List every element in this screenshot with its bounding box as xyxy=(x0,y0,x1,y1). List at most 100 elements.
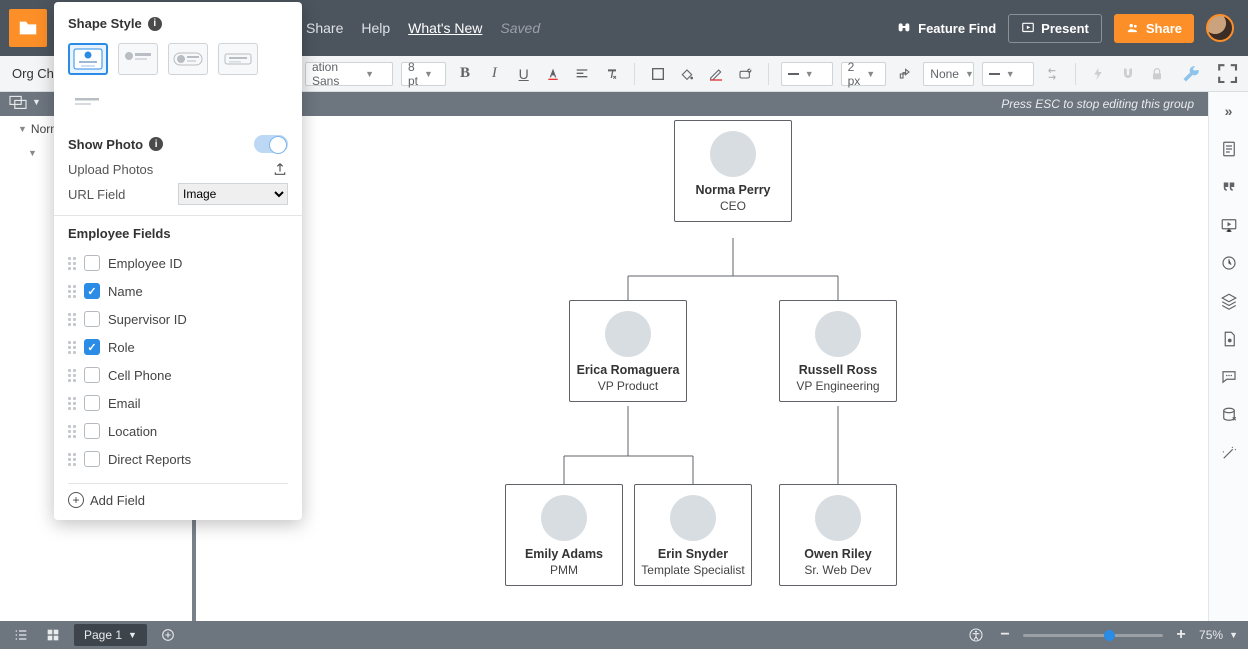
action-bolt-button[interactable] xyxy=(1088,63,1109,85)
info-icon[interactable]: i xyxy=(148,17,162,31)
org-node[interactable]: Erin Snyder Template Specialist xyxy=(634,484,752,586)
drag-handle-icon[interactable] xyxy=(68,257,76,270)
upload-icon[interactable] xyxy=(272,161,288,177)
zoom-slider[interactable] xyxy=(1023,634,1163,637)
list-view-button[interactable] xyxy=(10,624,32,646)
data-icon[interactable] xyxy=(1216,402,1242,428)
grid-view-button[interactable] xyxy=(42,624,64,646)
bold-button[interactable]: B xyxy=(454,63,475,85)
present-button[interactable]: Present xyxy=(1008,14,1102,43)
fullscreen-button[interactable] xyxy=(1215,61,1240,87)
org-node[interactable]: Russell Ross VP Engineering xyxy=(779,300,897,402)
field-row[interactable]: Email xyxy=(68,389,294,417)
app-logo[interactable] xyxy=(9,9,47,47)
share-button[interactable]: Share xyxy=(1114,14,1194,43)
drag-handle-icon[interactable] xyxy=(68,313,76,326)
drag-handle-icon[interactable] xyxy=(68,453,76,466)
field-checkbox[interactable] xyxy=(84,311,100,327)
field-row[interactable]: Name xyxy=(68,277,294,305)
shape-style-button[interactable] xyxy=(735,63,756,85)
underline-button[interactable]: U xyxy=(513,63,534,85)
font-size-value: 8 pt xyxy=(408,60,418,88)
align-button[interactable] xyxy=(572,63,593,85)
fill-bucket-button[interactable] xyxy=(677,63,698,85)
clear-format-button[interactable] xyxy=(601,63,622,85)
node-role: Sr. Web Dev xyxy=(786,563,890,577)
drag-handle-icon[interactable] xyxy=(68,397,76,410)
quote-icon[interactable] xyxy=(1216,174,1242,200)
org-node[interactable]: Owen Riley Sr. Web Dev xyxy=(779,484,897,586)
fill-color-button[interactable] xyxy=(647,63,668,85)
field-checkbox[interactable] xyxy=(84,395,100,411)
italic-button[interactable]: I xyxy=(484,63,505,85)
style-option-photo-left[interactable] xyxy=(118,43,158,75)
field-checkbox[interactable] xyxy=(84,423,100,439)
share-label: Share xyxy=(1146,21,1182,36)
style-option-photo-top[interactable] xyxy=(68,43,108,75)
menu-help[interactable]: Help xyxy=(361,20,390,36)
add-field-button[interactable]: + Add Field xyxy=(68,483,288,508)
info-icon[interactable]: i xyxy=(149,137,163,151)
field-row[interactable]: Employee ID xyxy=(68,249,294,277)
drag-handle-icon[interactable] xyxy=(68,285,76,298)
node-name: Erin Snyder xyxy=(641,547,745,562)
arrow-end-select[interactable]: ▼ xyxy=(982,62,1033,86)
feature-find[interactable]: Feature Find xyxy=(896,20,996,36)
arrow-start-select[interactable]: None▼ xyxy=(923,62,974,86)
show-photo-toggle[interactable] xyxy=(254,135,288,153)
url-field-select[interactable]: Image xyxy=(178,183,288,205)
magic-icon[interactable] xyxy=(1216,440,1242,466)
canvas[interactable]: Norma Perry CEO Erica Romaguera VP Produ… xyxy=(200,116,1208,621)
field-row[interactable]: Direct Reports xyxy=(68,445,294,473)
org-node[interactable]: Erica Romaguera VP Product xyxy=(569,300,687,402)
org-node[interactable]: Norma Perry CEO xyxy=(674,120,792,222)
style-option-photo-inset[interactable] xyxy=(168,43,208,75)
field-row[interactable]: Cell Phone xyxy=(68,361,294,389)
settings-wrench-button[interactable] xyxy=(1176,60,1207,88)
drag-handle-icon[interactable] xyxy=(68,425,76,438)
field-checkbox[interactable] xyxy=(84,339,100,355)
main-menu: Share Help What's New Saved xyxy=(306,20,540,36)
field-checkbox[interactable] xyxy=(84,451,100,467)
page-icon[interactable] xyxy=(1216,326,1242,352)
zoom-in-button[interactable]: + xyxy=(1173,626,1189,644)
collapse-rail-button[interactable]: » xyxy=(1216,98,1242,124)
style-option-text-box[interactable] xyxy=(218,43,258,75)
history-icon[interactable] xyxy=(1216,250,1242,276)
org-node[interactable]: Emily Adams PMM xyxy=(505,484,623,586)
field-checkbox[interactable] xyxy=(84,367,100,383)
magnet-button[interactable] xyxy=(1117,63,1138,85)
line-width-select[interactable]: 2 px▼ xyxy=(841,62,886,86)
text-color-button[interactable] xyxy=(542,63,563,85)
field-row[interactable]: Supervisor ID xyxy=(68,305,294,333)
field-label: Cell Phone xyxy=(108,368,172,383)
style-option-text-only[interactable] xyxy=(68,85,108,117)
zoom-value[interactable]: 75% xyxy=(1199,628,1223,642)
page-tab[interactable]: Page 1▼ xyxy=(74,624,147,646)
lock-button[interactable] xyxy=(1147,63,1168,85)
field-row[interactable]: Role xyxy=(68,333,294,361)
menu-whatsnew[interactable]: What's New xyxy=(408,20,482,36)
font-size-select[interactable]: 8 pt▼ xyxy=(401,62,446,86)
line-routing-button[interactable] xyxy=(894,63,915,85)
add-page-button[interactable] xyxy=(157,624,179,646)
zoom-out-button[interactable]: − xyxy=(997,626,1013,644)
font-family-select[interactable]: ation Sans▼ xyxy=(305,62,393,86)
drag-handle-icon[interactable] xyxy=(68,341,76,354)
user-avatar[interactable] xyxy=(1206,14,1234,42)
present-icon[interactable] xyxy=(1216,212,1242,238)
swap-ends-button[interactable] xyxy=(1042,63,1063,85)
menu-share[interactable]: Share xyxy=(306,20,343,36)
accessibility-button[interactable] xyxy=(965,624,987,646)
field-checkbox[interactable] xyxy=(84,283,100,299)
notes-icon[interactable] xyxy=(1216,136,1242,162)
line-style-select[interactable]: ▼ xyxy=(781,62,832,86)
border-color-button[interactable] xyxy=(706,63,727,85)
drag-handle-icon[interactable] xyxy=(68,369,76,382)
field-checkbox[interactable] xyxy=(84,255,100,271)
layers-icon[interactable] xyxy=(1216,288,1242,314)
field-row[interactable]: Location xyxy=(68,417,294,445)
field-row[interactable]: Total Reports xyxy=(68,473,294,479)
comments-icon[interactable] xyxy=(1216,364,1242,390)
shape-tool-dropdown[interactable]: ▼ xyxy=(8,94,41,110)
